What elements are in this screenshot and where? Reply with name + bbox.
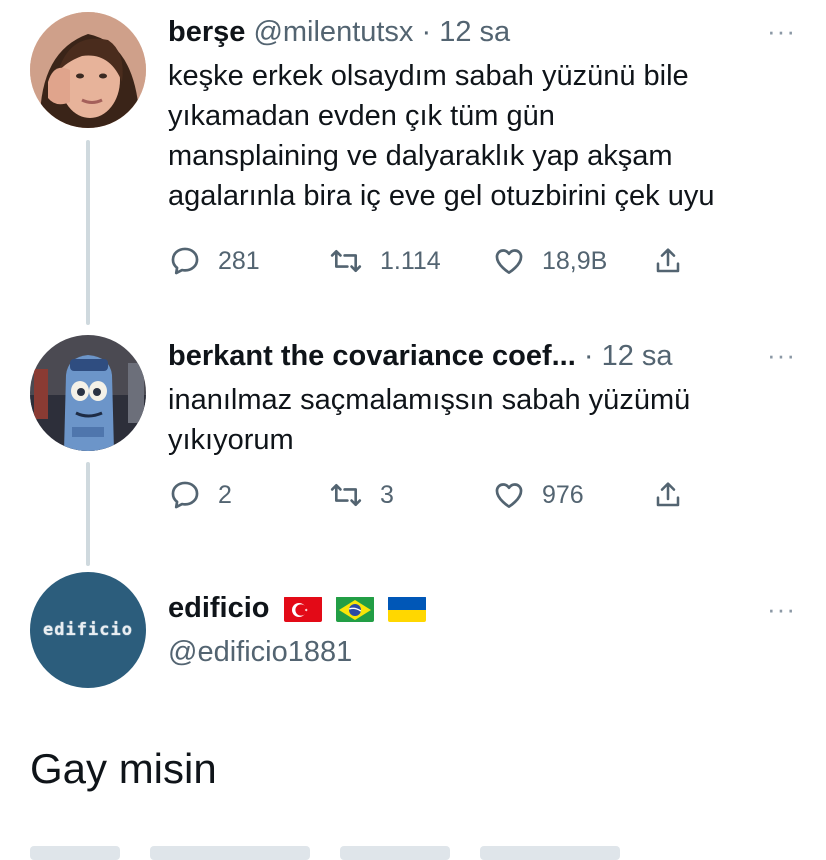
reply-button[interactable]: 2 [168, 478, 232, 512]
more-options-icon[interactable]: ··· [767, 16, 796, 47]
reply-count: 2 [218, 480, 232, 509]
separator-dot: · [583, 340, 594, 372]
cut-off-content [340, 846, 450, 860]
avatar[interactable] [30, 12, 146, 128]
retweet-icon [328, 244, 364, 278]
tweet-header: berkant the covariance coef... · 12 sa [168, 338, 786, 374]
avatar-logo-text: edificio [43, 620, 133, 640]
share-button[interactable] [652, 478, 684, 512]
cut-off-content [150, 846, 310, 860]
like-count: 18,9B [542, 246, 608, 275]
tweet-thread: berşe @milentutsx · 12 sa keşke erkek ol… [0, 0, 826, 860]
retweet-count: 1.114 [380, 246, 441, 275]
thread-connector [86, 462, 90, 566]
tweet-text: inanılmaz saçmalamışsın sabah yüzümü yık… [168, 384, 691, 456]
retweet-icon [328, 478, 364, 512]
user-handle[interactable]: @milentutsx [253, 16, 413, 48]
tweet-subheader: @edificio1881 [168, 634, 786, 670]
retweet-button[interactable]: 3 [328, 478, 394, 512]
display-name[interactable]: berşe [168, 16, 245, 48]
heart-icon [492, 244, 526, 278]
reply-button[interactable]: 281 [168, 244, 260, 278]
tweet-text: keşke erkek olsaydım sabah yüzünü bile y… [168, 60, 715, 212]
main-tweet-text: Gay misin [30, 745, 217, 792]
ukraine-flag-icon [387, 596, 426, 623]
thread-connector [86, 140, 90, 325]
retweet-button[interactable]: 1.114 [328, 244, 441, 278]
more-options-icon[interactable]: ··· [767, 594, 796, 625]
cut-off-content [480, 846, 620, 860]
tweet-header: edificio [168, 590, 786, 626]
user-handle[interactable]: @edificio1881 [168, 636, 352, 668]
cut-off-content [30, 846, 120, 860]
avatar[interactable]: edificio [30, 572, 146, 688]
like-button[interactable]: 976 [492, 478, 584, 512]
reply-icon [168, 244, 202, 278]
share-icon [652, 478, 684, 512]
timestamp[interactable]: 12 sa [439, 16, 510, 48]
reply-icon [168, 478, 202, 512]
like-count: 976 [542, 480, 584, 509]
share-icon [652, 244, 684, 278]
reply-count: 281 [218, 246, 260, 275]
heart-icon [492, 478, 526, 512]
avatar[interactable] [30, 335, 146, 451]
display-name[interactable]: berkant the covariance coef... [168, 340, 576, 372]
separator-dot: · [421, 16, 432, 48]
turkey-flag-icon [283, 596, 322, 623]
share-button[interactable] [652, 244, 684, 278]
like-button[interactable]: 18,9B [492, 244, 607, 278]
timestamp[interactable]: 12 sa [602, 340, 673, 372]
display-name[interactable]: edificio [168, 592, 270, 624]
retweet-count: 3 [380, 480, 394, 509]
brazil-flag-icon [335, 596, 374, 623]
tweet-header: berşe @milentutsx · 12 sa [168, 14, 786, 50]
more-options-icon[interactable]: ··· [767, 340, 796, 371]
